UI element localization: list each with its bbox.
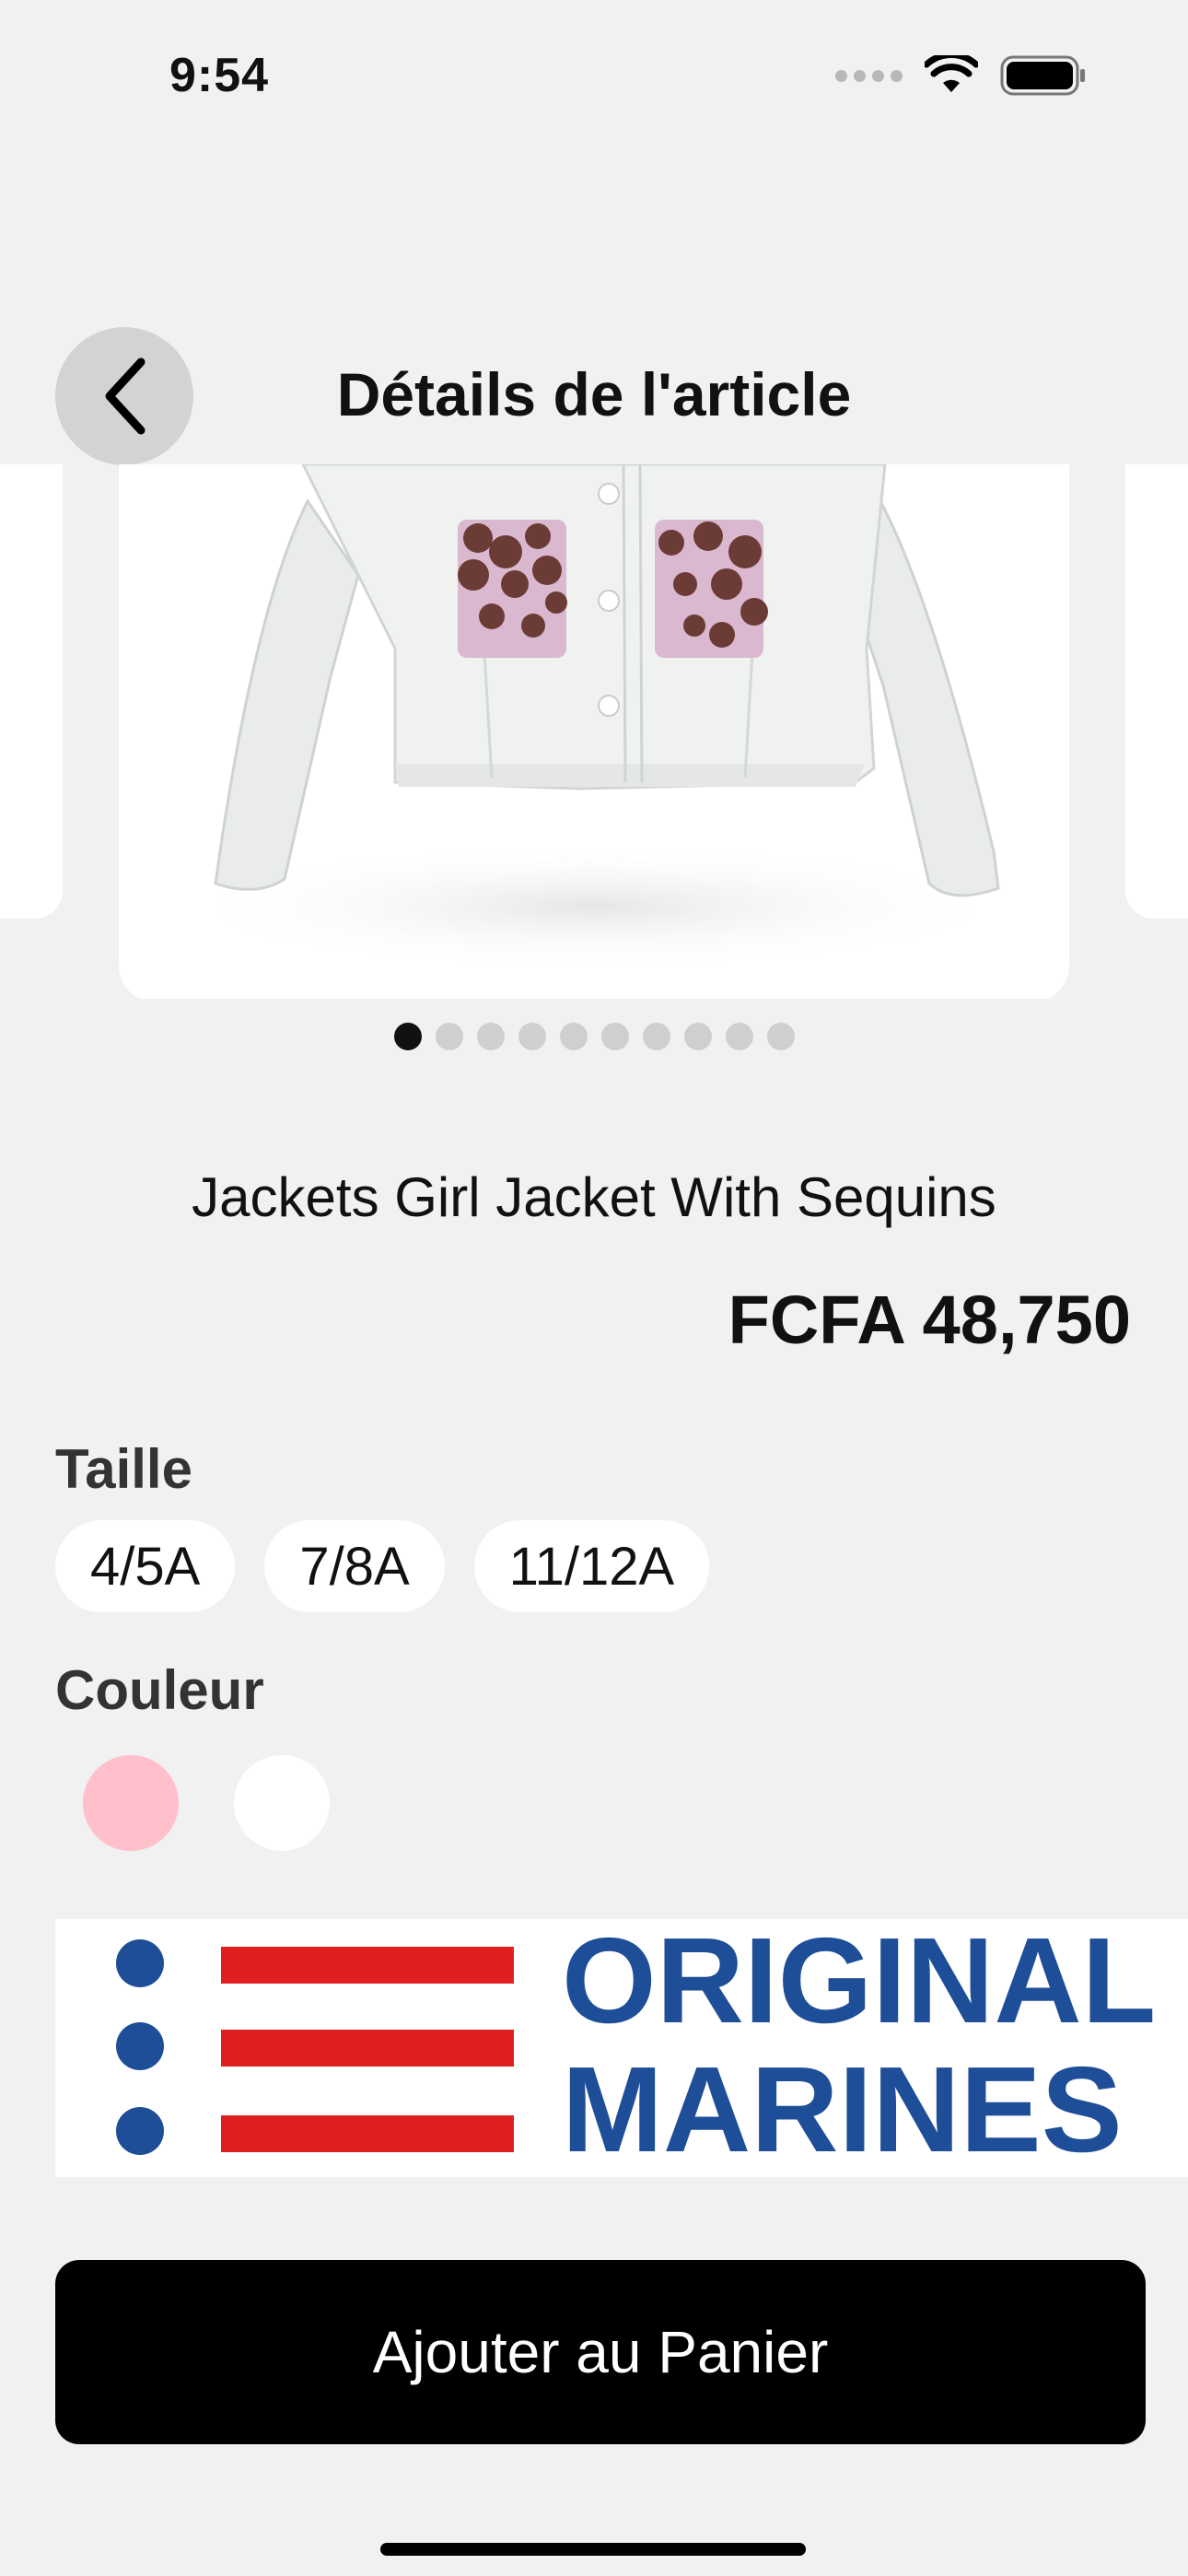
add-to-cart-button[interactable]: Ajouter au Panier bbox=[55, 2260, 1146, 2444]
size-label: Taille bbox=[55, 1438, 192, 1500]
status-icons bbox=[835, 55, 1087, 96]
pager-dot[interactable] bbox=[766, 1023, 795, 1050]
pager-dot[interactable] bbox=[393, 1023, 422, 1050]
pager-dot[interactable] bbox=[725, 1023, 753, 1050]
carousel-pager[interactable] bbox=[0, 1023, 1188, 1050]
page-title: Détails de l'article bbox=[336, 360, 852, 428]
status-time: 9:54 bbox=[169, 49, 270, 102]
image-carousel[interactable] bbox=[0, 464, 1188, 999]
home-indicator[interactable] bbox=[380, 2543, 806, 2556]
battery-icon bbox=[1000, 55, 1085, 96]
size-options: 4/5A 7/8A 11/12A bbox=[55, 1520, 710, 1612]
brand-name-line1: ORIGINAL bbox=[562, 1919, 1156, 2048]
pager-dot[interactable] bbox=[518, 1023, 546, 1050]
next-image-card[interactable] bbox=[1125, 464, 1188, 919]
product-name: Jackets Girl Jacket With Sequins bbox=[192, 1166, 996, 1228]
pager-dot[interactable] bbox=[600, 1023, 629, 1050]
color-swatch-pink[interactable] bbox=[83, 1755, 179, 1851]
wifi-icon bbox=[925, 55, 978, 92]
pager-dot[interactable] bbox=[559, 1023, 588, 1050]
brand-banner[interactable]: ORIGINAL MARINES bbox=[55, 1919, 1188, 2177]
color-label: Couleur bbox=[55, 1659, 264, 1721]
color-swatch-white[interactable] bbox=[234, 1755, 330, 1851]
pager-dot[interactable] bbox=[435, 1023, 463, 1050]
jacket-image bbox=[170, 464, 1018, 971]
brand-logo: ORIGINAL MARINES bbox=[116, 1919, 1156, 2177]
previous-image-card[interactable] bbox=[0, 464, 63, 919]
product-image[interactable] bbox=[119, 464, 1069, 999]
pager-dot[interactable] bbox=[683, 1023, 712, 1050]
pager-dot[interactable] bbox=[642, 1023, 670, 1050]
product-price: FCFA 48,750 bbox=[728, 1282, 1131, 1358]
size-chip[interactable]: 11/12A bbox=[473, 1520, 710, 1612]
pager-dot[interactable] bbox=[476, 1023, 505, 1050]
size-chip[interactable]: 7/8A bbox=[264, 1520, 445, 1612]
size-chip[interactable]: 4/5A bbox=[55, 1520, 236, 1612]
brand-name-line2: MARINES bbox=[562, 2042, 1123, 2177]
color-options bbox=[83, 1755, 330, 1851]
signal-icon bbox=[835, 69, 903, 82]
